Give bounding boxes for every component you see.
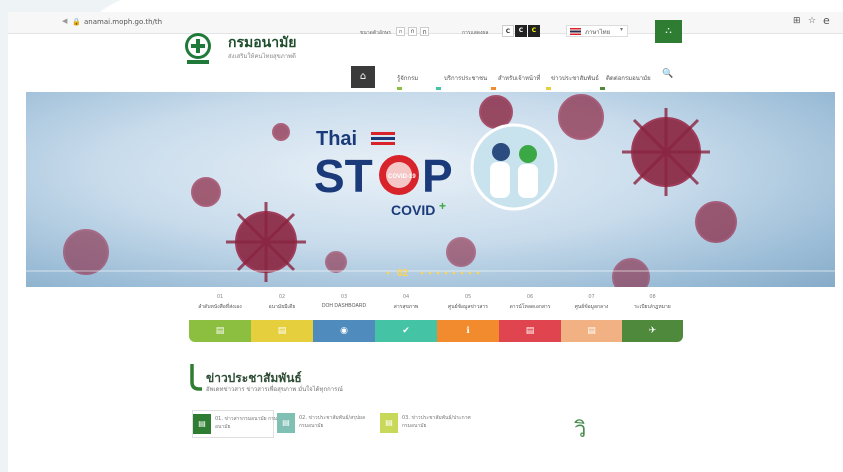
sitemap-button[interactable]: ⛬ bbox=[655, 20, 682, 43]
translate-icon[interactable]: ⊞ bbox=[793, 16, 801, 26]
partial-heading-text: วิ bbox=[574, 417, 587, 442]
quick-link-tile[interactable]: 07 ศูนย์ข้อมูลกลาง bbox=[561, 288, 622, 320]
font-size-label: ขนาดตัวอักษร bbox=[360, 30, 391, 36]
press-release-icon bbox=[190, 364, 202, 391]
quick-link-tile[interactable]: 06 ดาวน์โหลดเอกสาร bbox=[499, 288, 561, 320]
font-size-medium-button[interactable]: ก bbox=[408, 27, 417, 36]
thai-flag-icon bbox=[570, 28, 581, 35]
quick-link-tile[interactable]: 03 DOH DASHBOARD bbox=[313, 288, 375, 320]
nav-indicator bbox=[546, 87, 551, 90]
font-size-small-button[interactable]: ก bbox=[396, 27, 405, 36]
banner-text-p: P bbox=[422, 150, 453, 202]
press-release-subheading: อัพเดทข่าวสาร ข่าวสารเพื่อสุขภาพ มั่นใจไ… bbox=[206, 386, 343, 393]
quick-link-tile[interactable]: 02 อนามัยมีเดีย bbox=[251, 288, 313, 320]
sitemap-icon: ⛬ bbox=[665, 26, 672, 36]
banner-badge: COVID-19 bbox=[388, 174, 416, 180]
press-tab-1[interactable]: ▤ 01. ข่าวสารกรมอนามัย กรมอนามัย bbox=[192, 410, 277, 438]
quick-link-icon[interactable]: ▤ bbox=[499, 320, 561, 342]
home-icon: ⌂ bbox=[359, 71, 367, 82]
contrast-dark-button[interactable]: C bbox=[515, 25, 527, 37]
nav-item-contact[interactable]: ติดต่อกรมอนามัย bbox=[606, 73, 651, 83]
url-text[interactable]: anamai.moph.go.th/th bbox=[84, 18, 162, 26]
press-tab-2[interactable]: ▤ 02. ข่าวประชาสัมพันธ์/สรุปผล กรมอนามัย bbox=[277, 410, 377, 438]
language-label: ภาษาไทย bbox=[585, 29, 611, 36]
nav-item-news[interactable]: ข่าวประชาสัมพันธ์ bbox=[551, 73, 599, 83]
document-icon: ▤ bbox=[277, 413, 295, 433]
banner-text-st: ST bbox=[314, 150, 373, 202]
contrast-normal-button[interactable]: C bbox=[502, 25, 514, 37]
document-icon: ▤ bbox=[380, 413, 398, 433]
home-button[interactable]: ⌂ bbox=[351, 66, 375, 88]
site-subtitle: ส่งเสริมให้คนไทยสุขภาพดี bbox=[228, 53, 296, 60]
nav-indicator bbox=[397, 87, 402, 90]
banner-text-thai: Thai bbox=[316, 128, 357, 150]
star-icon[interactable]: ☆ bbox=[808, 16, 816, 26]
language-select[interactable]: ภาษาไทย ▾ bbox=[566, 25, 628, 37]
document-icon: ▤ bbox=[193, 414, 211, 434]
svg-text:+: + bbox=[439, 199, 446, 213]
font-size-large-button[interactable]: ก bbox=[420, 27, 429, 36]
lock-icon: 🔒 bbox=[72, 18, 81, 26]
quick-link-icon[interactable]: ◉ bbox=[313, 320, 375, 342]
profile-icon[interactable]: e bbox=[823, 14, 830, 27]
quick-links: 01 ลำดับหนังสือที่ส่งเอง 02 อนามัยมีเดีย 0… bbox=[189, 288, 683, 320]
quick-link-tile[interactable]: 01 ลำดับหนังสือที่ส่งเอง bbox=[189, 288, 251, 320]
thai-stop-covid-logo: Thai ST COVID-19 P COVID + bbox=[314, 123, 558, 218]
nav-item-services[interactable]: บริการประชาชน bbox=[444, 73, 487, 83]
quick-link-icon-bar: ▤ ▤ ◉ ✔ ℹ ▤ ▤ ✈ bbox=[189, 320, 683, 342]
nav-indicator bbox=[491, 87, 496, 90]
page-root: ◀ 🔒 anamai.moph.go.th/th ⊞ ☆ e กรมอนามัย… bbox=[0, 0, 843, 472]
nav-arrow-icon[interactable]: ◀ bbox=[62, 17, 67, 25]
search-icon[interactable]: 🔍 bbox=[662, 69, 673, 79]
quick-link-tile[interactable]: 05 ศูนย์ข้อมูลข่าวสาร bbox=[437, 288, 499, 320]
quick-link-icon[interactable]: ✈ bbox=[622, 320, 683, 342]
nav-indicator bbox=[436, 87, 441, 90]
chevron-down-icon: ▾ bbox=[619, 26, 623, 33]
nav-item-staff[interactable]: สำหรับเจ้าหน้าที่ bbox=[498, 73, 540, 83]
quick-link-icon[interactable]: ▤ bbox=[189, 320, 251, 342]
quick-link-tile[interactable]: 08 ระเบียบ/กฎหมาย bbox=[622, 288, 683, 320]
quick-link-icon[interactable]: ✔ bbox=[375, 320, 437, 342]
press-tab-3[interactable]: ▤ 03. ข่าวประชาสัมพันธ์/ประกาศ กรมอนามัย bbox=[380, 410, 480, 438]
quick-link-tile[interactable]: 04 สารสุขภาพ bbox=[375, 288, 437, 320]
nav-item-about[interactable]: รู้จักกรม bbox=[397, 73, 418, 83]
quick-link-icon[interactable]: ▤ bbox=[251, 320, 313, 342]
nav-indicator bbox=[600, 87, 605, 90]
hero-banner[interactable]: Thai ST COVID-19 P COVID + 02 bbox=[26, 92, 835, 287]
slide-number: 02 bbox=[397, 268, 409, 279]
banner-text-covid: COVID bbox=[391, 202, 435, 218]
department-logo[interactable] bbox=[180, 30, 216, 66]
contrast-label: การแสดงผล bbox=[462, 30, 489, 36]
quick-link-icon[interactable]: ℹ bbox=[437, 320, 499, 342]
quick-link-icon[interactable]: ▤ bbox=[561, 320, 622, 342]
contrast-yellow-button[interactable]: C bbox=[528, 25, 540, 37]
